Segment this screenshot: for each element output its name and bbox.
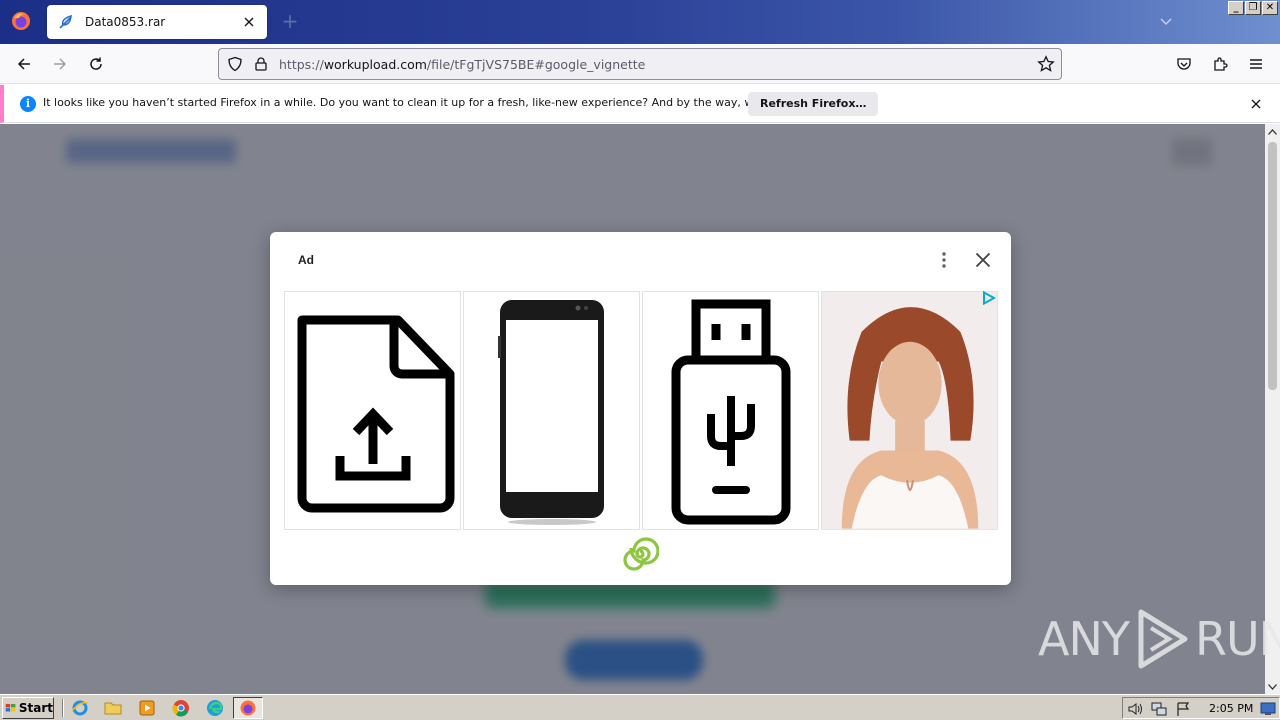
feather-icon [57, 13, 75, 31]
file-upload-icon[interactable] [284, 291, 461, 530]
close-notification-icon[interactable] [1248, 96, 1264, 112]
scroll-down-arrow-icon[interactable] [1265, 679, 1280, 694]
media-player-icon[interactable] [137, 698, 157, 718]
url-host: workupload.com [323, 57, 427, 72]
volume-icon[interactable] [1127, 701, 1143, 717]
scrollbar-thumb[interactable] [1268, 142, 1277, 390]
windows-logo-icon [5, 703, 16, 712]
play-triangle-icon [1138, 609, 1188, 669]
smartphone-image[interactable] [463, 291, 640, 530]
usb-drive-icon[interactable] [642, 291, 819, 530]
start-button[interactable]: Start [2, 697, 54, 719]
system-tray: 2:05 PM [1122, 697, 1280, 719]
forward-arrow-icon[interactable] [48, 52, 72, 76]
adchoices-icon[interactable] [982, 290, 997, 309]
vignette-ad-dialog: Ad [270, 232, 1011, 585]
restore-button[interactable]: ❐ [1245, 1, 1261, 15]
hamburger-menu-icon[interactable] [1244, 52, 1268, 76]
reload-icon[interactable] [84, 52, 108, 76]
start-label: Start [18, 701, 53, 715]
minimize-button[interactable]: _ [1228, 1, 1244, 15]
windows-taskbar: Start 2:05 PM [0, 694, 1280, 720]
close-window-button[interactable]: ✕ [1262, 1, 1278, 15]
watermark-text-left: ANY [1038, 612, 1130, 666]
anyrun-watermark: ANY RUN [1038, 608, 1280, 670]
notification-message: It looks like you haven’t started Firefo… [43, 96, 828, 109]
info-icon: i [20, 96, 36, 112]
close-tab-icon[interactable] [241, 14, 257, 30]
extensions-puzzle-icon[interactable] [1208, 52, 1232, 76]
ad-image-strip[interactable] [284, 291, 998, 530]
new-tab-button[interactable]: + [280, 11, 300, 32]
scroll-up-arrow-icon[interactable] [1265, 124, 1280, 139]
url-bar[interactable]: https://workupload.com/file/tFgTjVS75BE#… [218, 48, 1062, 80]
folder-icon[interactable] [103, 698, 123, 718]
window-controls: _ ❐ ✕ [1228, 1, 1278, 15]
ie-icon[interactable] [70, 698, 90, 718]
tab-strip: Data0853.rar + _ ❐ ✕ [0, 0, 1280, 44]
navigation-toolbar: https://workupload.com/file/tFgTjVS75BE#… [0, 44, 1280, 84]
pocket-icon[interactable] [1172, 52, 1196, 76]
refresh-firefox-button[interactable]: Refresh Firefox… [748, 92, 879, 116]
show-desktop-icon[interactable] [1260, 701, 1276, 717]
refresh-firefox-notification: i It looks like you haven’t started Fire… [0, 85, 1280, 123]
network-icon[interactable] [1151, 701, 1167, 717]
url-scheme: https:// [279, 57, 324, 72]
tab-title: Data0853.rar [85, 15, 166, 29]
back-arrow-icon[interactable] [12, 52, 36, 76]
list-tabs-chevron-icon[interactable] [1158, 13, 1176, 31]
close-ad-icon[interactable] [970, 247, 996, 273]
url-text[interactable]: https://workupload.com/file/tFgTjVS75BE#… [279, 57, 645, 72]
tab-active[interactable]: Data0853.rar [47, 5, 267, 39]
watermark-text-right: RUN [1194, 612, 1280, 666]
more-options-icon[interactable] [934, 249, 954, 271]
url-path: /file/tFgTjVS75BE#google_vignette [426, 57, 646, 72]
firefox-logo-icon[interactable] [8, 8, 34, 34]
ad-label: Ad [298, 253, 314, 267]
edge-icon[interactable] [205, 698, 225, 718]
chrome-icon[interactable] [171, 698, 191, 718]
action-center-flag-icon[interactable] [1175, 701, 1191, 717]
taskbar-separator [62, 699, 64, 717]
advertiser-spiral-logo-icon[interactable] [621, 535, 660, 573]
firefox-icon[interactable] [238, 698, 258, 718]
lock-icon[interactable] [253, 56, 269, 76]
taskbar-clock[interactable]: 2:05 PM [1209, 702, 1253, 715]
woman-photo[interactable] [821, 291, 998, 530]
bookmark-star-icon[interactable] [1037, 55, 1055, 77]
tracking-shield-icon[interactable] [227, 56, 243, 76]
